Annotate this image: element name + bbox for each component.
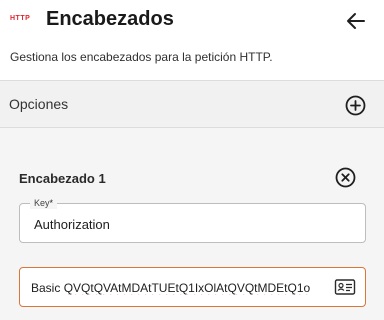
key-field[interactable]: Key* Authorization xyxy=(19,197,366,243)
arrow-left-icon xyxy=(347,13,365,29)
plus-circle-icon xyxy=(345,95,366,116)
remove-header-button[interactable] xyxy=(335,167,356,188)
options-label: Opciones xyxy=(9,96,69,112)
add-header-button[interactable] xyxy=(345,95,366,116)
value-field-text: Basic QVQtQVAtMDAtTUEtQ1IxOlAtQVQtMDEtQ1… xyxy=(31,281,311,295)
close-circle-icon xyxy=(335,167,356,188)
headers-screen: HTTP Encabezados Gestiona los encabezado… xyxy=(0,0,384,320)
header-item-card: Encabezado 1 Key* Authorization Basic QV… xyxy=(0,128,384,320)
key-field-label: Key* xyxy=(30,197,58,209)
header-item-title: Encabezado 1 xyxy=(19,171,106,186)
value-field[interactable]: Basic QVQtQVAtMDAtTUEtQ1IxOlAtQVQtMDEtQ1… xyxy=(19,267,366,307)
id-card-icon xyxy=(334,279,356,295)
key-field-value: Authorization xyxy=(34,217,110,232)
top-bar: HTTP Encabezados xyxy=(0,0,384,42)
credential-picker-button[interactable] xyxy=(334,278,356,296)
http-badge: HTTP xyxy=(10,15,31,22)
back-button[interactable] xyxy=(344,10,368,32)
options-section[interactable]: Opciones xyxy=(0,80,384,128)
page-title: Encabezados xyxy=(46,8,174,30)
page-subtitle: Gestiona los encabezados para la petició… xyxy=(10,50,273,64)
